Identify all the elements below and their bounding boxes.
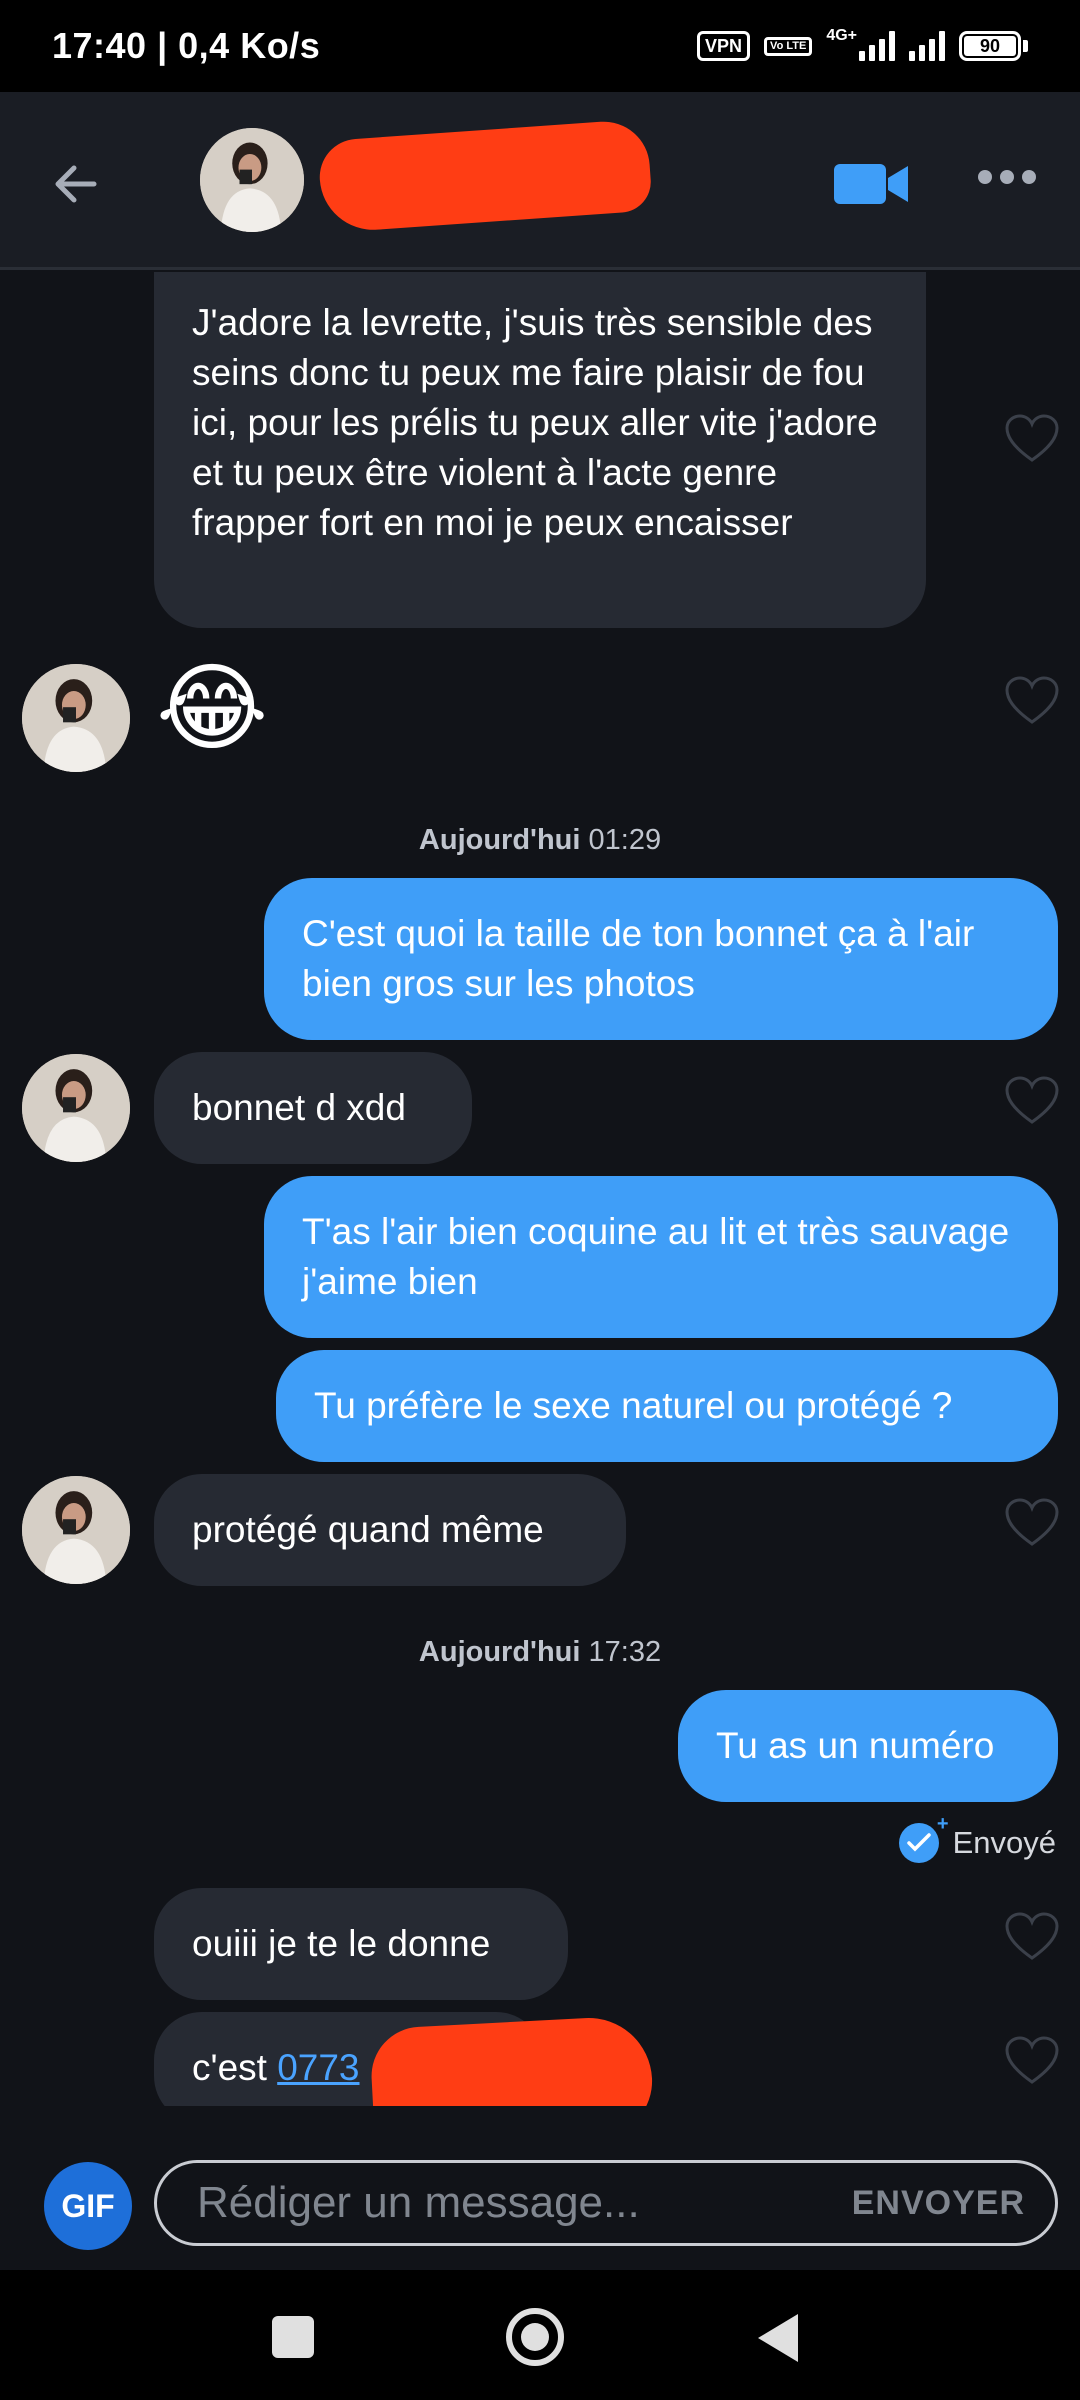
network-type: 4G+ bbox=[826, 27, 857, 44]
sent-label: Envoyé bbox=[952, 1825, 1056, 1860]
home-icon[interactable] bbox=[506, 2308, 564, 2366]
message-text: Tu as un numéro bbox=[716, 1725, 995, 1766]
back-triangle-icon[interactable] bbox=[758, 2314, 798, 2362]
incoming-message[interactable]: ouiii je te le donne bbox=[154, 1888, 568, 2000]
battery-icon: 90 bbox=[959, 31, 1028, 61]
system-nav-bar bbox=[0, 2270, 1080, 2400]
chat-header bbox=[0, 92, 1080, 270]
message-text: protégé quand même bbox=[192, 1509, 544, 1550]
vpn-icon: VPN bbox=[697, 31, 751, 61]
emoji-message[interactable]: 😂 bbox=[156, 654, 268, 764]
status-icons: VPN Vo LTE 4G+ 90 bbox=[697, 27, 1028, 61]
phone-link[interactable]: 0773 bbox=[277, 2047, 359, 2088]
contact-avatar[interactable] bbox=[22, 664, 130, 772]
outgoing-message[interactable]: Tu préfère le sexe naturel ou protégé ? bbox=[276, 1350, 1058, 1462]
more-dots-icon[interactable] bbox=[978, 170, 1036, 184]
volte-icon: Vo LTE bbox=[764, 36, 813, 56]
signal-icon-2 bbox=[909, 31, 945, 61]
signal-icon bbox=[859, 31, 895, 61]
recents-icon[interactable] bbox=[272, 2316, 314, 2358]
status-bar: 17:40 | 0,4 Ko/s VPN Vo LTE 4G+ 90 bbox=[0, 0, 1080, 92]
arrow-left-icon[interactable] bbox=[46, 154, 106, 214]
video-camera-icon[interactable] bbox=[832, 158, 912, 210]
heart-icon[interactable] bbox=[1004, 1498, 1060, 1548]
contact-avatar[interactable] bbox=[200, 128, 304, 232]
message-text: Tu préfère le sexe naturel ou protégé ? bbox=[314, 1385, 953, 1426]
gif-button[interactable]: GIF bbox=[44, 2162, 132, 2250]
message-text: J'adore la levrette, j'suis très sensibl… bbox=[192, 302, 878, 543]
battery-level: 90 bbox=[964, 36, 1016, 56]
heart-icon[interactable] bbox=[1004, 2036, 1060, 2086]
timestamp: Aujourd'hui 01:29 bbox=[418, 824, 662, 856]
incoming-message[interactable]: J'adore la levrette, j'suis très sensibl… bbox=[154, 272, 926, 628]
incoming-message[interactable]: protégé quand même bbox=[154, 1474, 626, 1586]
message-input[interactable]: Rédiger un message... ENVOYER bbox=[154, 2160, 1058, 2246]
check-sent-icon: + bbox=[898, 1813, 949, 1863]
heart-icon[interactable] bbox=[1004, 1912, 1060, 1962]
message-text: T'as l'air bien coquine au lit et très s… bbox=[302, 1211, 1010, 1302]
message-text: bonnet d xdd bbox=[192, 1087, 406, 1128]
incoming-message[interactable]: bonnet d xdd bbox=[154, 1052, 472, 1164]
contact-avatar[interactable] bbox=[22, 1054, 130, 1162]
outgoing-message[interactable]: T'as l'air bien coquine au lit et très s… bbox=[264, 1176, 1058, 1338]
message-placeholder: Rédiger un message... bbox=[197, 2178, 640, 2227]
status-time: 17:40 | 0,4 Ko/s bbox=[52, 25, 321, 66]
timestamp: Aujourd'hui 17:32 bbox=[418, 1636, 662, 1668]
outgoing-message[interactable]: C'est quoi la taille de ton bonnet ça à … bbox=[264, 878, 1058, 1040]
sent-status: + Envoyé bbox=[898, 1813, 1056, 1863]
scroll-fade bbox=[0, 2106, 1080, 2152]
send-button[interactable]: ENVOYER bbox=[852, 2184, 1025, 2223]
heart-icon[interactable] bbox=[1004, 414, 1060, 464]
heart-icon[interactable] bbox=[1004, 1076, 1060, 1126]
heart-icon[interactable] bbox=[1004, 676, 1060, 726]
outgoing-message[interactable]: Tu as un numéro bbox=[678, 1690, 1058, 1802]
message-text: C'est quoi la taille de ton bonnet ça à … bbox=[302, 913, 975, 1004]
redacted-contact-name bbox=[317, 118, 653, 234]
chat-screen: 17:40 | 0,4 Ko/s VPN Vo LTE 4G+ 90 J'ado… bbox=[0, 0, 1080, 2400]
message-text: c'est 0773 bbox=[192, 2047, 360, 2088]
message-text: ouiii je te le donne bbox=[192, 1923, 491, 1964]
contact-avatar[interactable] bbox=[22, 1476, 130, 1584]
